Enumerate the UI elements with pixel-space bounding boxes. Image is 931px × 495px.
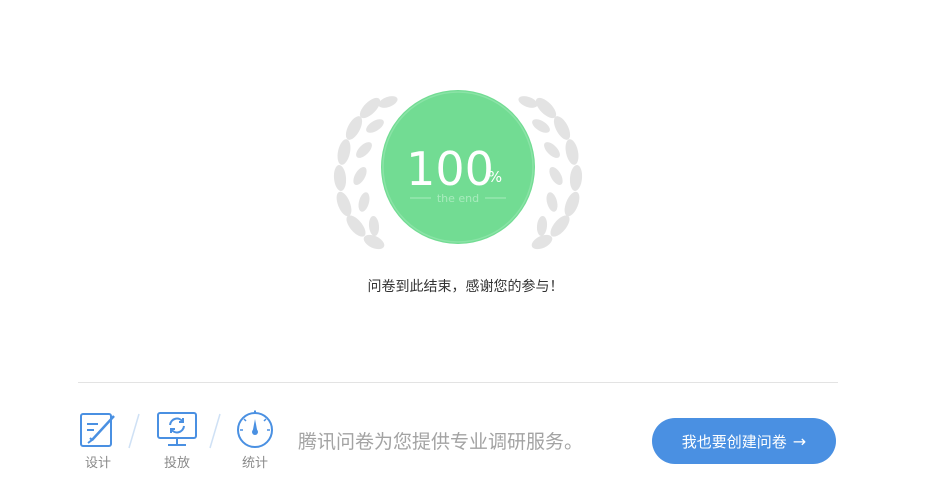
step-separator [128,413,140,449]
step-design: 设计 [76,410,120,471]
step-separator [209,413,221,449]
footer-divider [78,382,838,383]
step-distribute: 投放 [155,410,199,471]
step-statistics: 统计 [233,410,277,471]
badge-caption: the end [437,192,479,205]
create-survey-button[interactable]: 我也要创建问卷 → [652,418,836,464]
arrow-right-icon: → [792,431,807,451]
percent-sign: % [488,168,502,186]
footer-slogan: 腾讯问卷为您提供专业调研服务。 [298,431,584,453]
create-survey-label: 我也要创建问卷 [681,432,787,451]
percent-value: 100 [406,142,494,196]
step-label-distribute: 投放 [163,456,190,471]
refresh-screen-icon [157,412,197,446]
step-label-design: 设计 [84,456,111,471]
step-label-statistics: 统计 [241,456,268,471]
completion-message: 问卷到此结束，感谢您的参与！ [367,279,564,295]
edit-icon [80,413,115,447]
gauge-icon [237,410,273,448]
completion-badge: 100 % the end [330,86,586,252]
